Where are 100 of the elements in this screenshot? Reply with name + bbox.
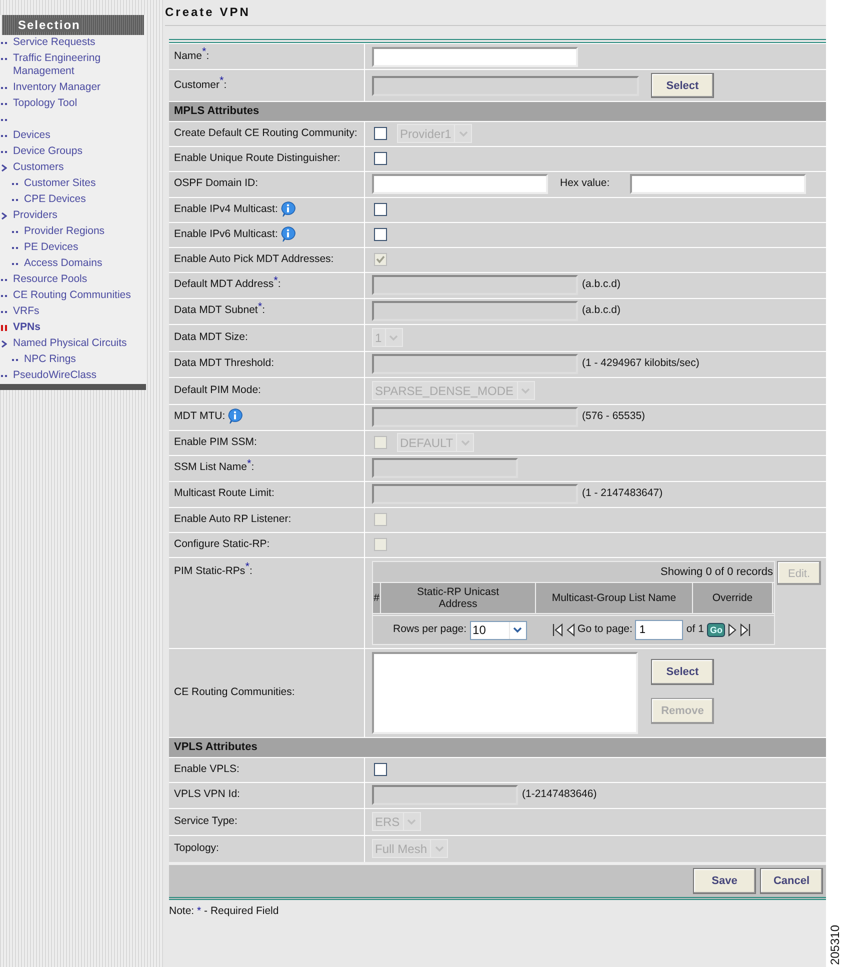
bullet-icon [12,198,19,202]
input-field[interactable] [630,174,806,194]
input-field[interactable] [372,174,548,194]
go-button[interactable]: Go [706,623,726,637]
sidebar-link[interactable]: NPC Rings [24,353,76,366]
figure-number: 205310 [827,924,841,965]
checkbox[interactable] [374,763,387,776]
bullet-icon [1,150,8,154]
records-summary: Showing 0 of 0 records [659,564,774,580]
chevron-down-icon [389,334,398,340]
dropdown[interactable]: 10 [470,620,527,640]
sidebar-link[interactable]: VPNs [13,321,40,334]
field-label: Data MDT Size: [174,330,248,345]
button[interactable]: Select [651,659,714,685]
sidebar-link[interactable]: CE Routing Communities [13,289,131,302]
field-label: CE Routing Communities: [174,685,295,700]
hint-text: (1-2147483646) [522,787,597,802]
pager-label: of 1 [686,622,704,638]
checkbox[interactable] [374,127,387,140]
section-header: MPLS Attributes [169,101,826,120]
button[interactable]: Save [693,868,756,894]
sidebar-link[interactable]: Device Groups [13,145,82,158]
sidebar-link[interactable]: Service Requests [13,36,96,49]
bullet-icon [1,86,8,90]
checkbox[interactable] [374,152,387,165]
chevron-down-icon [407,818,416,824]
first-page-icon [552,623,563,637]
sidebar-link[interactable]: Customers [13,161,64,174]
field-label: Enable IPv6 Multicast: [174,226,278,242]
column-header: Static-RP Unicast Address [416,586,500,610]
field-label: Topology: [174,840,219,856]
bullet-icon [12,262,19,266]
sidebar-link[interactable]: PE Devices [24,241,78,254]
list-box[interactable] [372,652,638,734]
button[interactable]: Cancel [760,868,823,894]
bullet-icon [12,358,19,362]
bullet-icon [1,102,8,106]
column-header: # [374,592,380,604]
sidebar-link[interactable]: Access Domains [24,257,102,270]
field-label: VPLS VPN Id: [174,787,240,802]
field-label: MDT MTU: [174,409,226,424]
pager-label: Go to page: [578,622,632,638]
footnote: Note: * - Required Field [169,904,280,918]
selected-marker-icon [1,324,8,330]
field-label: Default PIM Mode: [174,382,261,398]
sidebar-link[interactable]: Devices [13,129,50,142]
field-label: Enable VPLS: [174,762,240,777]
sidebar-link[interactable]: Traffic Engineering Management [13,52,146,78]
field-label: Enable Unique Route Distinguisher: [174,150,340,166]
sidebar-link[interactable]: Resource Pools [13,273,88,286]
field-label: OSPF Domain ID: [174,176,258,192]
field-label: Hex value: [560,176,610,192]
hint-text: (a.b.c.d) [582,303,621,318]
field-label: Enable Auto Pick MDT Addresses: [174,252,334,267]
sidebar-link[interactable]: Topology Tool [13,97,78,110]
input-field[interactable] [372,46,578,66]
hint-text: (576 - 65535) [582,409,646,424]
sidebar-link[interactable]: Customer Sites [24,177,96,190]
field-label: Configure Static-RP: [174,536,270,552]
checkbox[interactable] [374,203,387,216]
field-label: Multicast Route Limit: [174,486,274,502]
column-header: Multicast-Group List Name [552,592,676,604]
sidebar-link[interactable]: Inventory Manager [13,81,101,94]
section-header: VPLS Attributes [169,737,826,756]
pager-label: Rows per page: [393,622,467,638]
bullet-icon [1,310,8,314]
bullet-icon [1,374,8,378]
field-label: Enable Auto RP Listener: [174,512,292,527]
hint-text: (1 - 2147483647) [582,486,663,502]
hint-text: (1 - 4294967 kilobits/sec) [582,356,700,372]
last-page-icon [740,623,752,637]
sidebar-link[interactable]: CPE Devices [24,193,86,206]
chevron-down-icon [460,440,470,446]
field-label: Enable IPv4 Multicast: [174,202,278,217]
bullet-icon [1,56,8,60]
field-label: Enable PIM SSM: [174,434,257,450]
sidebar-link[interactable]: PseudoWireClass [13,369,96,382]
column-header: Override [712,592,753,604]
hint-text: (a.b.c.d) [582,277,621,292]
field-label: Service Type: [174,814,238,829]
chevron-down-icon [513,627,522,633]
checkbox[interactable] [374,228,387,241]
chevron-down-icon [458,130,468,136]
bullet-icon [12,246,19,250]
next-page-icon [728,623,738,637]
bullet-icon [12,230,19,234]
sidebar-link[interactable]: Named Physical Circuits [13,337,127,350]
chevron-down-icon [521,388,530,394]
bullet-icon [1,294,8,298]
field-label: Create Default CE Routing Community: [174,126,358,141]
bullet-icon [12,182,19,186]
sidebar-link[interactable]: Provider Regions [24,225,105,238]
sidebar-link[interactable]: VRFs [13,305,40,318]
sidebar-title: Selection [16,18,82,32]
sidebar-link[interactable]: Providers [13,209,58,222]
field-label: Data MDT Threshold: [174,356,274,372]
bullet-icon [1,40,8,44]
page-title: Create VPN [165,0,826,26]
chevron-down-icon [434,846,444,852]
page-input[interactable]: 1 [635,620,684,640]
